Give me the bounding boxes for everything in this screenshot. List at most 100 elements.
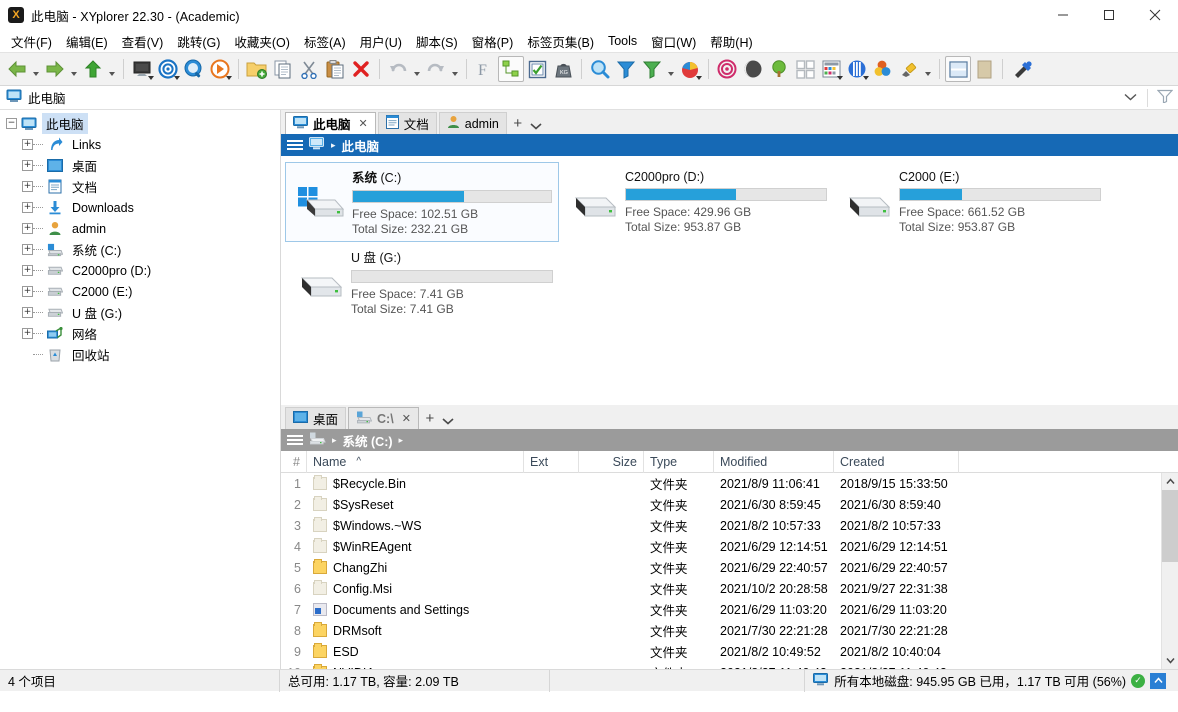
col-name[interactable]: Name ^ [307,450,524,473]
font-icon[interactable]: F [472,55,498,83]
file-rows[interactable]: 1 $Recycle.Bin 文件夹 2021/8/9 11:06:41 2018/9/… [281,473,1161,669]
menu-view[interactable]: 查看(V) [115,30,171,53]
lower-breadcrumb[interactable]: ▸ 系统 (C:) ▸ [281,429,1178,451]
tree-expander[interactable]: + [22,223,33,234]
report-icon[interactable] [677,55,703,83]
table-row[interactable]: 2 $SysReset 文件夹 2021/6/30 8:59:45 2021/6/30 … [281,494,1161,515]
pane-menu-icon[interactable] [287,140,303,150]
col-type[interactable]: Type [644,450,714,473]
folder-size-icon[interactable]: KG [550,55,576,83]
cell-name[interactable]: NVIDIA [307,662,524,669]
list-style-icon[interactable] [818,55,844,83]
upper-pane-tabstrip[interactable]: 此电脑 ✕ 文档 admin + [281,110,1178,134]
breadcrumb-path[interactable]: 此电脑 [342,136,380,155]
delete-icon[interactable] [348,55,374,83]
configure-icon[interactable] [1008,55,1038,83]
col-ext[interactable]: Ext [524,450,579,473]
forward-icon[interactable] [42,55,68,83]
file-list[interactable]: # Name ^ Ext Size Type Modified Created [281,450,1178,669]
scroll-up-button[interactable] [1162,473,1178,490]
find-files-icon[interactable] [181,55,207,83]
tree-item-downloads[interactable]: + Downloads [0,197,280,218]
table-row[interactable]: 8 DRMsoft 文件夹 2021/7/30 22:21:28 2021/7/30 2… [281,620,1161,641]
up-icon[interactable] [80,55,106,83]
menu-tools[interactable]: Tools [601,32,644,50]
col-number[interactable]: # [281,450,307,473]
color-filter-icon[interactable] [844,55,870,83]
menu-scripting[interactable]: 脚本(S) [409,30,465,53]
tree-icon[interactable] [766,55,792,83]
menu-edit[interactable]: 编辑(E) [59,30,115,53]
close-icon[interactable]: ✕ [402,412,411,425]
back-dropdown-icon[interactable] [30,55,42,83]
tree-expander[interactable]: + [22,160,33,171]
tree-expander[interactable]: − [6,118,17,129]
cell-name[interactable]: $SysReset [307,494,524,515]
cell-name[interactable]: Config.Msi [307,578,524,599]
chevron-down-icon[interactable] [527,122,545,134]
highlighter-icon[interactable] [896,55,922,83]
tree-item-network[interactable]: + 网络 [0,323,280,344]
cut-icon[interactable] [296,55,322,83]
drive-tile-e[interactable]: C2000 (E:) Free Space: 661.52 GB Total S… [833,162,1107,242]
tree-item-this-pc[interactable]: − 此电脑 [0,113,280,134]
tree-item-documents[interactable]: + 文档 [0,176,280,197]
spiral-icon[interactable] [714,55,740,83]
moon-icon[interactable] [740,55,766,83]
maximize-button[interactable] [1086,0,1132,30]
scroll-thumb[interactable] [1162,490,1178,562]
minimize-button[interactable] [1040,0,1086,30]
copy-icon[interactable] [270,55,296,83]
thumbnails-icon[interactable] [792,55,818,83]
tree-item-drive-d[interactable]: + C2000pro (D:) [0,260,280,281]
drive-tile-list[interactable]: 系统 (C:) Free Space: 102.51 GB Total Size… [281,156,1178,405]
tree-item-admin[interactable]: + admin [0,218,280,239]
tree-expander[interactable]: + [22,181,33,192]
cell-name[interactable]: $WinREAgent [307,536,524,557]
tree-item-recycle-bin[interactable]: 回收站 [0,344,280,365]
table-row[interactable]: 7 Documents and Settings 文件夹 2021/6/29 11:0… [281,599,1161,620]
table-row[interactable]: 4 $WinREAgent 文件夹 2021/6/29 12:14:51 2021/6/… [281,536,1161,557]
tree-expander[interactable]: + [22,139,33,150]
table-row[interactable]: 9 ESD 文件夹 2021/8/2 10:49:52 2021/8/2 10:40:0… [281,641,1161,662]
breadcrumb-arrow-2[interactable]: ▸ [399,435,404,446]
close-icon[interactable]: ✕ [359,117,368,130]
menu-favorites[interactable]: 收藏夹(O) [227,30,297,53]
cell-name[interactable]: Documents and Settings [307,599,524,620]
back-icon[interactable] [4,55,30,83]
drive-tile-d[interactable]: C2000pro (D:) Free Space: 429.96 GB Tota… [559,162,833,242]
table-row[interactable]: 10NVIDIA文件夹2021/8/27 11:40:422021/8/27 1… [281,662,1161,669]
pane-menu-icon[interactable] [287,435,303,445]
undo-dropdown-icon[interactable] [411,55,423,83]
scroll-track[interactable] [1162,490,1178,652]
tree-item-drive-e[interactable]: + C2000 (E:) [0,281,280,302]
search-icon[interactable] [587,55,613,83]
forward-dropdown-icon[interactable] [68,55,80,83]
close-button[interactable] [1132,0,1178,30]
cell-name[interactable]: $Windows.~WS [307,515,524,536]
menu-file[interactable]: 文件(F) [4,30,59,53]
table-row[interactable]: 3 $Windows.~WS 文件夹 2021/8/2 10:57:33 2021/8/… [281,515,1161,536]
menu-help[interactable]: 帮助(H) [703,30,759,53]
tree-item-links[interactable]: + Links [0,134,280,155]
branch-view-icon[interactable] [498,56,524,82]
color-picker-icon[interactable] [870,55,896,83]
file-list-header[interactable]: # Name ^ Ext Size Type Modified Created [281,450,1161,473]
menu-window[interactable]: 窗口(W) [644,30,703,53]
vertical-scrollbar[interactable] [1161,473,1178,669]
go-to-icon[interactable] [207,55,233,83]
redo-dropdown-icon[interactable] [449,55,461,83]
info-panel-icon[interactable] [971,55,997,83]
chevron-down-icon[interactable] [439,417,457,429]
folder-tree[interactable]: − 此电脑 + Links + 桌面 + 文档 + Downloads + ad… [0,110,280,669]
cell-name[interactable]: ESD [307,641,524,662]
drive-tile-c[interactable]: 系统 (C:) Free Space: 102.51 GB Total Size… [285,162,559,242]
filter-icon[interactable] [1152,89,1178,106]
address-bar[interactable]: 此电脑 [0,86,1178,110]
visual-filter-icon[interactable] [639,55,665,83]
cell-name[interactable]: DRMsoft [307,620,524,641]
col-created[interactable]: Created [834,450,959,473]
filter-icon[interactable] [613,55,639,83]
add-tab-button[interactable]: + [509,115,527,134]
tree-expander[interactable]: + [22,307,33,318]
